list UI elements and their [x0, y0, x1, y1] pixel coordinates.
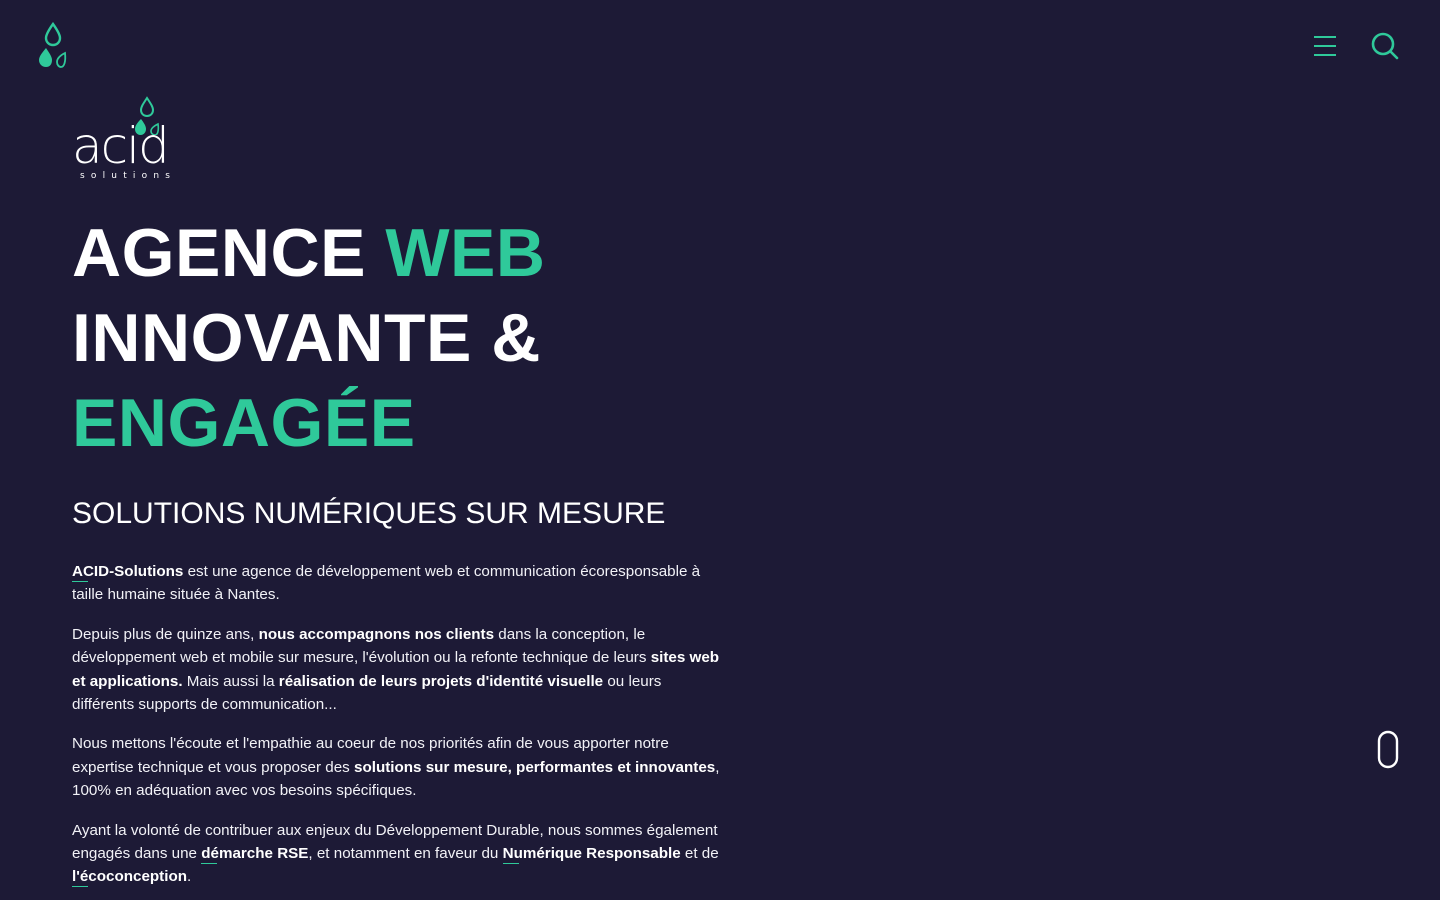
paragraph-text: et de: [680, 845, 719, 863]
intro-paragraph-1: ACID-Solutions est une agence de dévelop…: [72, 560, 722, 607]
brand-logo: acid solutions: [72, 95, 192, 185]
intro-paragraph-4: Ayant la volonté de contribuer aux enjeu…: [72, 819, 722, 889]
intro-paragraph-2: Depuis plus de quinze ans, nous accompag…: [72, 623, 722, 717]
paragraph-bold: réalisation de leurs projets d'identité …: [278, 672, 604, 690]
search-icon: [1371, 32, 1399, 60]
main-content: acid solutions AGENCE WEB INNOVANTE & EN…: [72, 95, 722, 889]
hamburger-menu-icon: [1314, 36, 1336, 56]
home-logo-icon[interactable]: [36, 21, 68, 70]
hero-subtitle: SOLUTIONS NUMÉRIQUES SUR MESURE: [72, 497, 666, 530]
hero-title-line-2: INNOVANTE &: [72, 300, 541, 376]
paragraph-text: .: [187, 868, 192, 886]
hero-title-line-1: AGENCE WEB: [72, 211, 722, 296]
mouse-scroll-icon: [1377, 730, 1399, 769]
hero-title: AGENCE WEB INNOVANTE & ENGAGÉE: [72, 211, 722, 466]
hero-title-line-3: ENGAGÉE: [72, 385, 416, 461]
paragraph-text: , et notamment en faveur du: [308, 845, 503, 863]
paragraph-text: Depuis plus de quinze ans,: [72, 625, 259, 643]
page: acid solutions AGENCE WEB INNOVANTE & EN…: [0, 0, 1440, 900]
paragraph-text: Mais aussi la: [182, 672, 279, 690]
numerique-responsable-link[interactable]: Numérique Responsable: [502, 845, 681, 865]
hero-title-web: WEB: [385, 215, 546, 291]
brand-wordmark: acid: [72, 117, 170, 175]
brand-tagline: solutions: [80, 171, 177, 181]
search-button[interactable]: [1369, 30, 1401, 62]
menu-button[interactable]: [1311, 33, 1339, 59]
ecoconception-link[interactable]: l'écoconception: [72, 868, 188, 888]
intro-paragraph-3: Nous mettons l'écoute et l'empathie au c…: [72, 732, 722, 802]
demarche-rse-link[interactable]: démarche RSE: [201, 845, 309, 865]
paragraph-bold: solutions sur mesure, performantes et in…: [354, 758, 716, 776]
paragraph-bold: nous accompagnons nos clients: [258, 625, 495, 643]
hero-title-agence: AGENCE: [72, 215, 386, 291]
acid-solutions-link[interactable]: ACID-Solutions: [72, 563, 184, 582]
scroll-down-button[interactable]: [1376, 730, 1400, 770]
